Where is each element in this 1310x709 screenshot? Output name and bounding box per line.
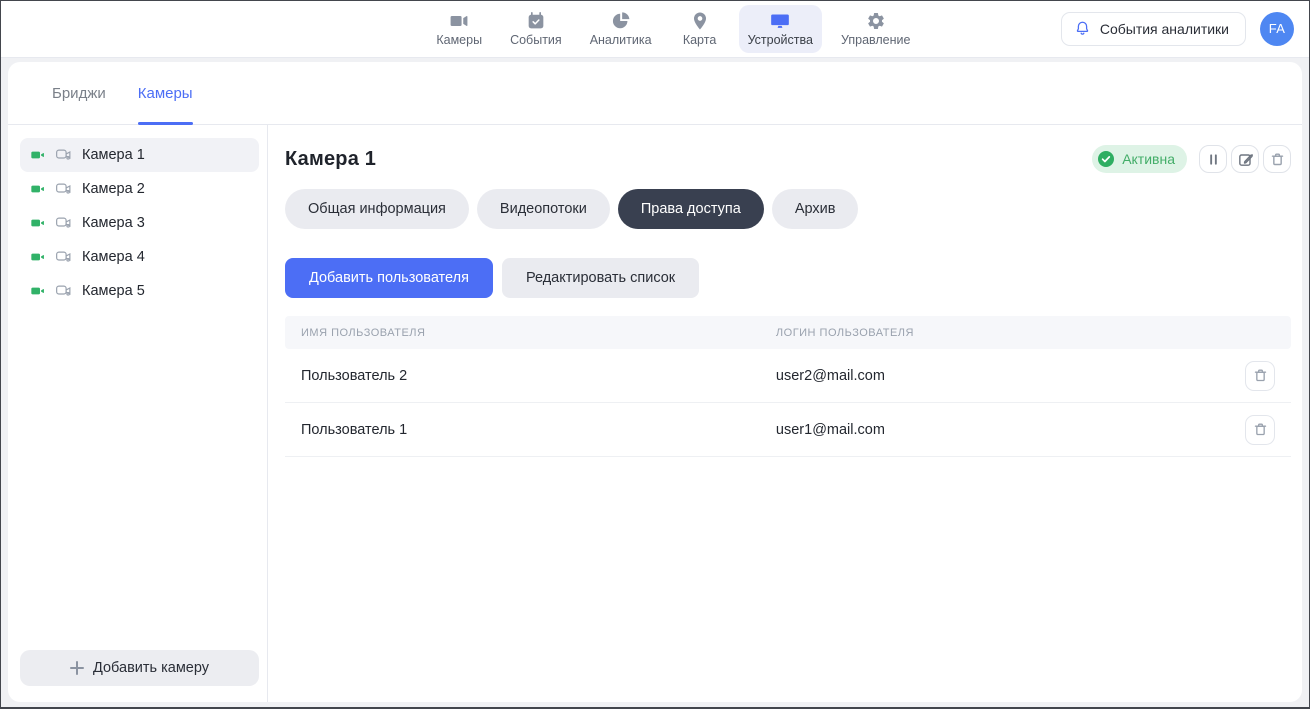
main-navigation: Камеры События Аналитика Карта Устройств…	[286, 5, 1061, 53]
calendar-check-icon	[526, 11, 546, 31]
gear-icon	[866, 11, 886, 31]
camera-detail-panel: Камера 1 Активна	[268, 125, 1302, 702]
camera-online-icon	[30, 249, 46, 265]
section-tabs: Общая информация Видеопотоки Права досту…	[285, 189, 1291, 229]
camera-list: Камера 1 Камера 2 Камера 3 Камера 4	[8, 138, 267, 308]
camera-list-item[interactable]: Камера 2	[20, 172, 259, 206]
user-login: user2@mail.com	[776, 368, 1245, 384]
title-actions: Активна	[1092, 145, 1291, 173]
camera-name: Камера 3	[82, 215, 145, 231]
nav-item-management[interactable]: Управление	[832, 5, 920, 53]
tab-access-rights[interactable]: Права доступа	[618, 189, 764, 229]
title-row: Камера 1 Активна	[285, 145, 1291, 173]
nav-item-events[interactable]: События	[501, 5, 571, 53]
analytics-events-button[interactable]: События аналитики	[1061, 12, 1246, 46]
card-body: Камера 1 Камера 2 Камера 3 Камера 4	[8, 125, 1302, 702]
status-label: Активна	[1122, 151, 1175, 167]
camera-online-icon	[30, 181, 46, 197]
trash-icon	[1253, 422, 1268, 437]
user-name: Пользователь 1	[285, 422, 776, 438]
analytics-events-label: События аналитики	[1100, 21, 1229, 37]
camera-list-item[interactable]: Камера 4	[20, 240, 259, 274]
table-header: ИМЯ ПОЛЬЗОВАТЕЛЯ ЛОГИН ПОЛЬЗОВАТЕЛЯ	[285, 316, 1291, 349]
avatar[interactable]: FA	[1260, 12, 1294, 46]
monitor-icon	[770, 11, 790, 31]
tab-cameras[interactable]: Камеры	[138, 62, 193, 124]
column-header-username: ИМЯ ПОЛЬЗОВАТЕЛЯ	[285, 327, 776, 339]
top-bar: Камеры События Аналитика Карта Устройств…	[0, 0, 1310, 58]
camera-type-icon	[55, 282, 73, 300]
camera-type-icon	[55, 214, 73, 232]
row-actions	[1245, 361, 1291, 391]
table-row: Пользователь 2 user2@mail.com	[285, 349, 1291, 403]
delete-user-button[interactable]	[1245, 415, 1275, 445]
camera-name: Камера 1	[82, 147, 145, 163]
edit-list-button[interactable]: Редактировать список	[502, 258, 699, 298]
column-header-login: ЛОГИН ПОЛЬЗОВАТЕЛЯ	[776, 327, 1245, 339]
tab-archive[interactable]: Архив	[772, 189, 859, 229]
add-camera-label: Добавить камеру	[93, 660, 209, 676]
nav-label: События	[510, 34, 562, 47]
page-title: Камера 1	[285, 148, 376, 171]
camera-type-icon	[55, 248, 73, 266]
bell-icon	[1074, 20, 1091, 37]
nav-item-analytics[interactable]: Аналитика	[581, 5, 661, 53]
device-tabs: Бриджи Камеры	[8, 62, 1302, 125]
nav-label: Устройства	[748, 34, 813, 47]
nav-label: Карта	[683, 34, 716, 47]
user-login: user1@mail.com	[776, 422, 1245, 438]
map-pin-icon	[690, 11, 710, 31]
nav-label: Аналитика	[590, 34, 652, 47]
tab-bridges[interactable]: Бриджи	[52, 62, 106, 124]
video-camera-icon	[449, 11, 469, 31]
users-table: ИМЯ ПОЛЬЗОВАТЕЛЯ ЛОГИН ПОЛЬЗОВАТЕЛЯ Поль…	[285, 316, 1291, 457]
camera-list-item[interactable]: Камера 5	[20, 274, 259, 308]
user-name: Пользователь 2	[285, 368, 776, 384]
edit-camera-button[interactable]	[1231, 145, 1259, 173]
camera-type-icon	[55, 180, 73, 198]
camera-online-icon	[30, 283, 46, 299]
plus-icon	[70, 661, 84, 675]
tab-video-streams[interactable]: Видеопотоки	[477, 189, 610, 229]
trash-icon	[1270, 152, 1285, 167]
camera-list-item[interactable]: Камера 1	[20, 138, 259, 172]
table-row: Пользователь 1 user1@mail.com	[285, 403, 1291, 457]
delete-camera-button[interactable]	[1263, 145, 1291, 173]
pie-chart-icon	[611, 11, 631, 31]
access-actions: Добавить пользователя Редактировать спис…	[285, 258, 1291, 298]
nav-label: Управление	[841, 34, 911, 47]
delete-user-button[interactable]	[1245, 361, 1275, 391]
nav-label: Камеры	[436, 34, 482, 47]
edit-icon	[1238, 152, 1253, 167]
row-actions	[1245, 415, 1291, 445]
camera-name: Камера 5	[82, 283, 145, 299]
camera-online-icon	[30, 147, 46, 163]
check-circle-icon	[1097, 150, 1115, 168]
nav-item-cameras[interactable]: Камеры	[427, 5, 491, 53]
camera-sidebar: Камера 1 Камера 2 Камера 3 Камера 4	[8, 125, 268, 702]
camera-name: Камера 2	[82, 181, 145, 197]
content-card: Бриджи Камеры Камера 1 Камера 2	[8, 62, 1302, 702]
add-camera-button[interactable]: Добавить камеру	[20, 650, 259, 686]
pause-icon	[1206, 152, 1221, 167]
tab-general-info[interactable]: Общая информация	[285, 189, 469, 229]
camera-type-icon	[55, 146, 73, 164]
nav-item-devices[interactable]: Устройства	[739, 5, 822, 53]
camera-online-icon	[30, 215, 46, 231]
camera-name: Камера 4	[82, 249, 145, 265]
camera-list-item[interactable]: Камера 3	[20, 206, 259, 240]
sidebar-spacer	[8, 308, 267, 650]
topbar-right-group: События аналитики FA	[1061, 12, 1294, 46]
status-badge: Активна	[1092, 145, 1187, 173]
pause-camera-button[interactable]	[1199, 145, 1227, 173]
add-user-button[interactable]: Добавить пользователя	[285, 258, 493, 298]
trash-icon	[1253, 368, 1268, 383]
nav-item-map[interactable]: Карта	[671, 5, 729, 53]
